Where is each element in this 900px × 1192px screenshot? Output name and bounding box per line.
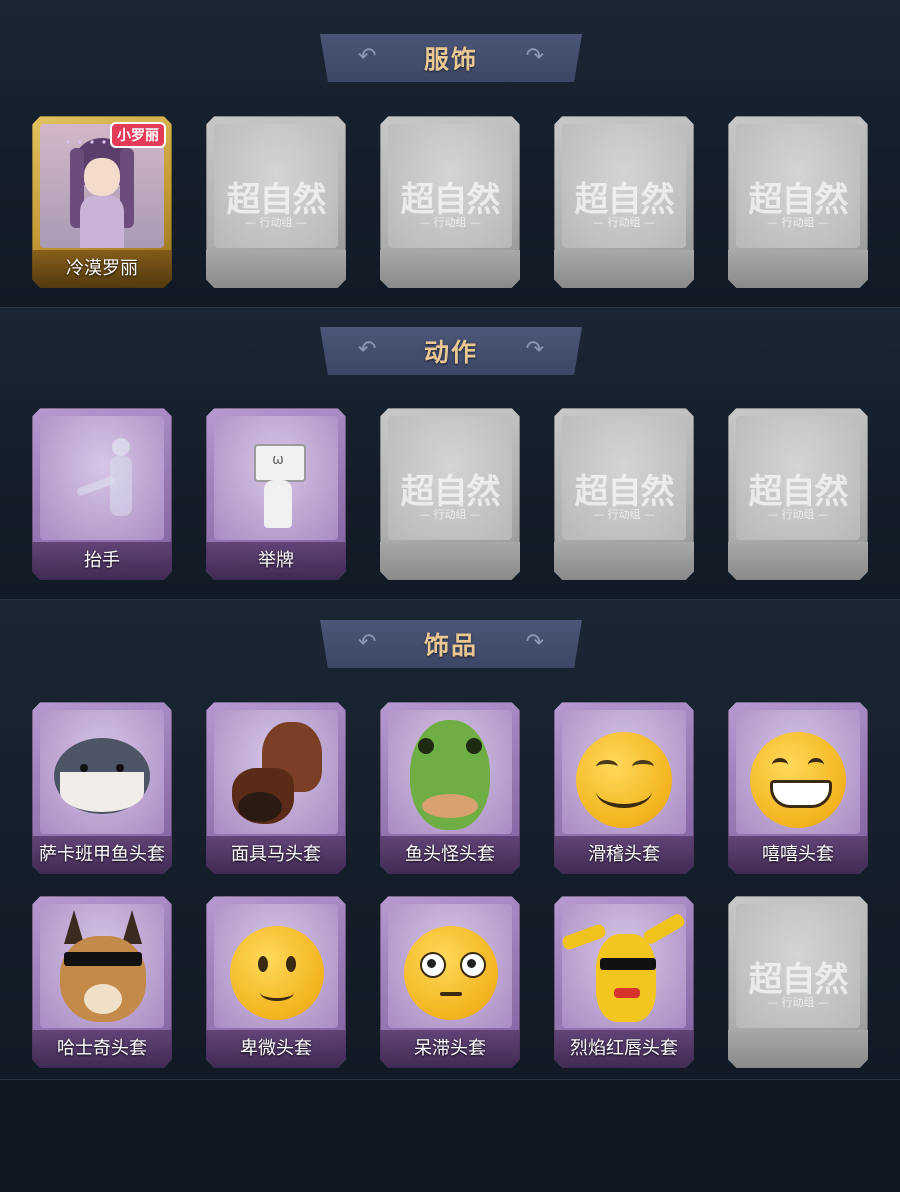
outfit-card-cold-loli[interactable]: 小罗丽 冷漠罗丽 [32, 116, 172, 288]
card-label-strip [554, 542, 694, 580]
card-label-strip [380, 250, 520, 288]
raise-hand-figure-icon [72, 438, 136, 528]
ornament-right-icon: ↷ [525, 630, 544, 655]
placeholder-sub: — 行动组 — [593, 216, 655, 229]
humble-face-icon [230, 926, 324, 1020]
fish-head-icon [54, 738, 150, 814]
section-title: 服饰 [423, 45, 478, 74]
card-label: 烈焰红唇头套 [570, 1038, 678, 1059]
card-label: 举牌 [258, 550, 294, 571]
ornament-left-icon: ↶ [358, 44, 377, 69]
horse-head-icon [232, 722, 326, 832]
card-label-strip [728, 542, 868, 580]
accessory-card-humble-face[interactable]: 卑微头套 [206, 896, 346, 1068]
grin-face-icon [750, 732, 846, 828]
fish-monster-head-icon [410, 720, 490, 832]
card-label: 面具马头套 [231, 844, 321, 865]
accessory-card-funny-face[interactable]: 滑稽头套 [554, 702, 694, 874]
locked-card[interactable]: 超自然 — 行动组 — [728, 896, 868, 1068]
card-label: 呆滞头套 [414, 1038, 486, 1059]
smirk-face-icon [576, 732, 672, 828]
hold-sign-figure-icon: ω [246, 434, 310, 530]
section-title: 饰品 [423, 631, 478, 660]
card-label-strip [380, 542, 520, 580]
accessory-card-grin-face[interactable]: 嘻嘻头套 [728, 702, 868, 874]
ornament-left-icon: ↶ [358, 630, 377, 655]
ornament-right-icon: ↷ [525, 337, 544, 362]
locked-card[interactable]: 超自然 — 行动组 — [728, 116, 868, 288]
card-label: 鱼头怪头套 [405, 844, 495, 865]
ornament-right-icon: ↷ [525, 44, 544, 69]
ornament-left-icon: ↶ [358, 337, 377, 362]
dazed-face-icon [404, 926, 498, 1020]
placeholder-sub: — 行动组 — [767, 216, 829, 229]
card-label: 哈士奇头套 [57, 1038, 147, 1059]
accessory-card-husky[interactable]: 哈士奇头套 [32, 896, 172, 1068]
locked-card[interactable]: 超自然 — 行动组 — [380, 408, 520, 580]
card-label: 萨卡班甲鱼头套 [39, 844, 165, 865]
placeholder-sub: — 行动组 — [767, 508, 829, 521]
action-card-hold-sign[interactable]: ω 举牌 [206, 408, 346, 580]
action-card-raise-hand[interactable]: 抬手 [32, 408, 172, 580]
placeholder-sub: — 行动组 — [593, 508, 655, 521]
locked-card[interactable]: 超自然 — 行动组 — [728, 408, 868, 580]
section-header-accessory: ↶ 饰品 ↷ [320, 620, 582, 668]
character-portrait-icon [62, 136, 142, 248]
accessory-card-dazed-face[interactable]: 呆滞头套 [380, 896, 520, 1068]
husky-head-icon [60, 910, 146, 1026]
card-label: 嘻嘻头套 [762, 844, 834, 865]
locked-card[interactable]: 超自然 — 行动组 — [380, 116, 520, 288]
card-label: 冷漠罗丽 [66, 258, 138, 279]
card-label: 滑稽头套 [588, 844, 660, 865]
character-badge: 小罗丽 [110, 122, 166, 148]
card-label-strip [206, 250, 346, 288]
placeholder-sub: — 行动组 — [419, 508, 481, 521]
locked-card[interactable]: 超自然 — 行动组 — [206, 116, 346, 288]
card-label-strip [554, 250, 694, 288]
card-label-strip [728, 250, 868, 288]
section-title: 动作 [423, 338, 478, 367]
accessory-card-fish-monster[interactable]: 鱼头怪头套 [380, 702, 520, 874]
card-label: 抬手 [84, 550, 120, 571]
accessory-card-horse-mask[interactable]: 面具马头套 [206, 702, 346, 874]
accessory-card-flame-lips[interactable]: 烈焰红唇头套 [554, 896, 694, 1068]
card-label: 卑微头套 [240, 1038, 312, 1059]
locked-card[interactable]: 超自然 — 行动组 — [554, 116, 694, 288]
placeholder-sub: — 行动组 — [767, 996, 829, 1009]
locked-card[interactable]: 超自然 — 行动组 — [554, 408, 694, 580]
section-header-outfit: ↶ 服饰 ↷ [320, 34, 582, 82]
pikachu-head-icon [560, 911, 687, 1026]
section-header-action: ↶ 动作 ↷ [320, 327, 582, 375]
accessory-card-sacabambaspis[interactable]: 萨卡班甲鱼头套 [32, 702, 172, 874]
placeholder-sub: — 行动组 — [419, 216, 481, 229]
placeholder-sub: — 行动组 — [245, 216, 307, 229]
card-label-strip [728, 1030, 868, 1068]
